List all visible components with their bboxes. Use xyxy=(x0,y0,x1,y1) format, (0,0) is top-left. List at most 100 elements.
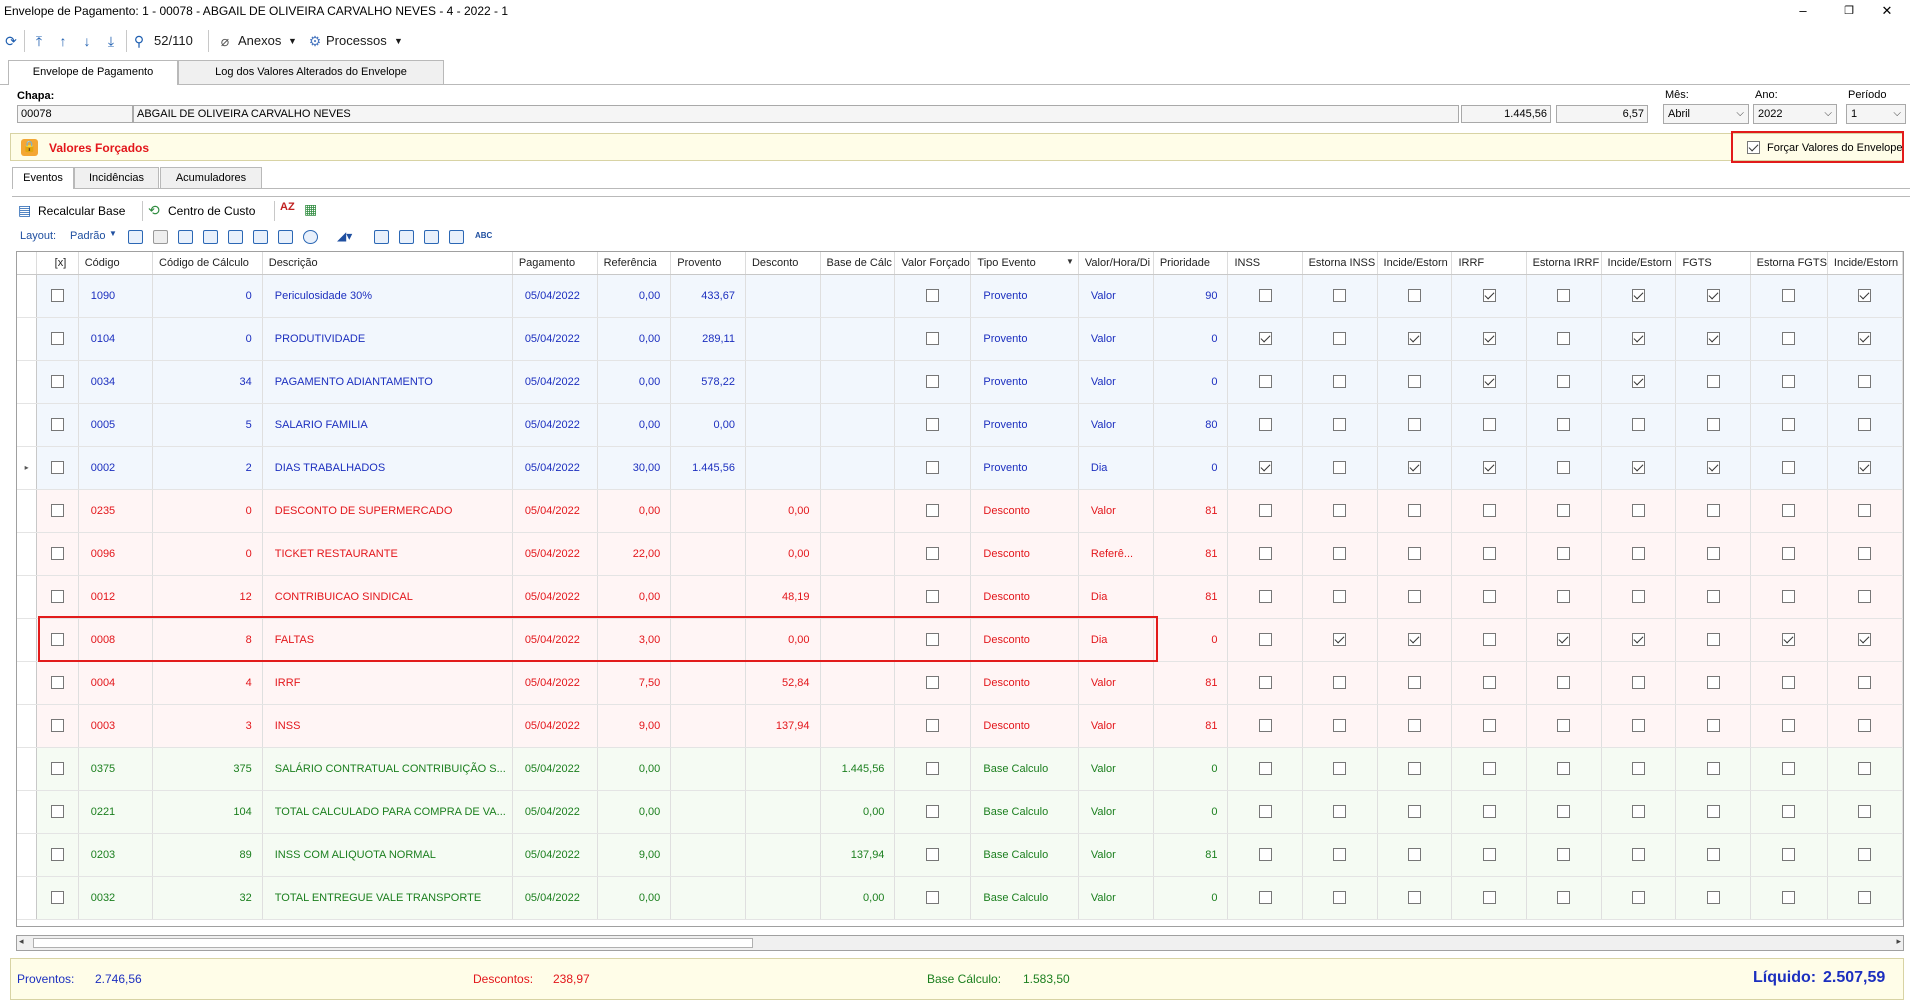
cell-calc[interactable]: 89 xyxy=(152,833,263,877)
cell-vhd[interactable]: Valor xyxy=(1078,790,1154,834)
cell-prioridade[interactable]: 0 xyxy=(1153,317,1229,361)
cell-referencia[interactable]: 30,00 xyxy=(597,446,672,490)
first-record-icon[interactable]: ⤒ xyxy=(30,32,48,50)
cell-prioridade[interactable]: 0 xyxy=(1153,876,1229,920)
cell-flag-checkbox[interactable] xyxy=(1827,747,1903,791)
cell-flag-checkbox[interactable] xyxy=(1827,489,1903,533)
cell-prioridade[interactable]: 81 xyxy=(1153,575,1229,619)
cell-valor-forcado[interactable] xyxy=(894,317,972,361)
cell-flag-checkbox[interactable] xyxy=(1601,833,1677,877)
cell-flag-checkbox[interactable] xyxy=(1377,575,1453,619)
row-indicator[interactable] xyxy=(17,833,38,877)
cell-codigo[interactable]: 0375 xyxy=(78,747,154,791)
cell-flag-checkbox[interactable] xyxy=(1750,618,1828,662)
cell-flag-checkbox[interactable] xyxy=(1601,489,1677,533)
cell-flag-checkbox[interactable] xyxy=(1377,876,1453,920)
cell-vhd[interactable]: Valor xyxy=(1078,661,1154,705)
cell-flag-checkbox[interactable] xyxy=(1827,274,1903,318)
brush-icon[interactable] xyxy=(253,230,268,244)
cell-tipo[interactable]: Desconto xyxy=(970,661,1079,705)
cell-flag-checkbox[interactable] xyxy=(1675,876,1751,920)
row-indicator[interactable] xyxy=(17,704,38,748)
cell-flag-checkbox[interactable] xyxy=(1601,360,1677,404)
cell-flag-checkbox[interactable] xyxy=(1526,618,1602,662)
cell-flag-checkbox[interactable] xyxy=(1750,876,1828,920)
cell-valor-forcado[interactable] xyxy=(894,489,972,533)
cell-flag-checkbox[interactable] xyxy=(1377,317,1453,361)
cell-flag-checkbox[interactable] xyxy=(1526,876,1602,920)
cell-codigo[interactable]: 0104 xyxy=(78,317,154,361)
row-indicator[interactable] xyxy=(17,876,38,920)
cell-flag-checkbox[interactable] xyxy=(1227,575,1303,619)
cell-desconto[interactable] xyxy=(745,790,821,834)
table-row[interactable]: 0005 5 SALARIO FAMILIA 05/04/2022 0,00 0,00 Pr… xyxy=(17,403,1903,447)
current-row-indicator-icon[interactable]: ▸ xyxy=(17,446,38,490)
cell-desconto[interactable] xyxy=(745,446,821,490)
palette-icon[interactable] xyxy=(303,230,318,244)
row-select-checkbox[interactable] xyxy=(36,317,79,361)
cell-pagamento[interactable]: 05/04/2022 xyxy=(512,876,598,920)
row-indicator[interactable] xyxy=(17,274,38,318)
cell-provento[interactable] xyxy=(670,833,746,877)
cell-flag-checkbox[interactable] xyxy=(1302,489,1378,533)
cell-provento[interactable]: 433,67 xyxy=(670,274,746,318)
cell-referencia[interactable]: 0,00 xyxy=(597,403,672,447)
cell-flag-checkbox[interactable] xyxy=(1302,532,1378,576)
cell-flag-checkbox[interactable] xyxy=(1302,661,1378,705)
cell-flag-checkbox[interactable] xyxy=(1451,446,1527,490)
cell-descricao[interactable]: Periculosidade 30% xyxy=(262,274,513,318)
cell-pagamento[interactable]: 05/04/2022 xyxy=(512,833,598,877)
column-header[interactable]: Incide/Estorn xyxy=(1827,252,1903,275)
cell-pagamento[interactable]: 05/04/2022 xyxy=(512,704,598,748)
cell-vhd[interactable]: Dia xyxy=(1078,446,1154,490)
cell-flag-checkbox[interactable] xyxy=(1227,403,1303,447)
cell-flag-checkbox[interactable] xyxy=(1526,661,1602,705)
cell-calc[interactable]: 34 xyxy=(152,360,263,404)
refresh-icon[interactable]: ⟳ xyxy=(2,32,20,50)
cell-flag-checkbox[interactable] xyxy=(1451,618,1527,662)
anexos-dropdown-icon[interactable]: ▼ xyxy=(288,30,297,52)
chapa-field[interactable]: 00078 xyxy=(17,105,133,123)
cell-referencia[interactable]: 0,00 xyxy=(597,575,672,619)
cell-flag-checkbox[interactable] xyxy=(1377,489,1453,533)
cell-desconto[interactable] xyxy=(745,876,821,920)
cell-base[interactable] xyxy=(820,317,896,361)
cell-codigo[interactable]: 0096 xyxy=(78,532,154,576)
cell-desconto[interactable] xyxy=(745,317,821,361)
cell-desconto[interactable] xyxy=(745,360,821,404)
cell-flag-checkbox[interactable] xyxy=(1302,446,1378,490)
row-indicator[interactable] xyxy=(17,317,38,361)
cell-base[interactable] xyxy=(820,489,896,533)
tab-eventos[interactable]: Eventos xyxy=(12,167,74,189)
cell-flag-checkbox[interactable] xyxy=(1451,532,1527,576)
table-row[interactable]: 0221 104 TOTAL CALCULADO PARA COMPRA DE VA… xyxy=(17,790,1903,834)
cell-flag-checkbox[interactable] xyxy=(1451,747,1527,791)
table-row[interactable]: 0003 3 INSS 05/04/2022 9,00 137,94 Desconto Val… xyxy=(17,704,1903,748)
cell-flag-checkbox[interactable] xyxy=(1526,274,1602,318)
cell-descricao[interactable]: DESCONTO DE SUPERMERCADO xyxy=(262,489,513,533)
cell-provento[interactable] xyxy=(670,575,746,619)
cell-flag-checkbox[interactable] xyxy=(1451,661,1527,705)
move-up-icon[interactable] xyxy=(203,230,218,244)
row-select-checkbox[interactable] xyxy=(36,575,79,619)
cell-tipo[interactable]: Desconto xyxy=(970,532,1079,576)
cell-valor-forcado[interactable] xyxy=(894,274,972,318)
cell-calc[interactable]: 0 xyxy=(152,489,263,533)
cell-flag-checkbox[interactable] xyxy=(1227,532,1303,576)
cell-codigo[interactable]: 0034 xyxy=(78,360,154,404)
cell-flag-checkbox[interactable] xyxy=(1451,360,1527,404)
cell-valor-forcado[interactable] xyxy=(894,790,972,834)
cell-flag-checkbox[interactable] xyxy=(1526,446,1602,490)
cell-flag-checkbox[interactable] xyxy=(1377,274,1453,318)
row-indicator[interactable] xyxy=(17,489,38,533)
cell-prioridade[interactable]: 0 xyxy=(1153,618,1229,662)
column-header[interactable]: Código de Cálculo xyxy=(152,252,263,275)
ano-select[interactable]: 2022 ⌵ xyxy=(1753,104,1837,124)
cell-vhd[interactable]: Dia xyxy=(1078,575,1154,619)
cell-vhd[interactable]: Valor xyxy=(1078,489,1154,533)
cell-flag-checkbox[interactable] xyxy=(1526,360,1602,404)
column-header[interactable]: Provento xyxy=(670,252,746,275)
cell-tipo[interactable]: Base Calculo xyxy=(970,747,1079,791)
cell-pagamento[interactable]: 05/04/2022 xyxy=(512,661,598,705)
table-row[interactable]: 0004 4 IRRF 05/04/2022 7,50 52,84 Desconto Valo… xyxy=(17,661,1903,705)
